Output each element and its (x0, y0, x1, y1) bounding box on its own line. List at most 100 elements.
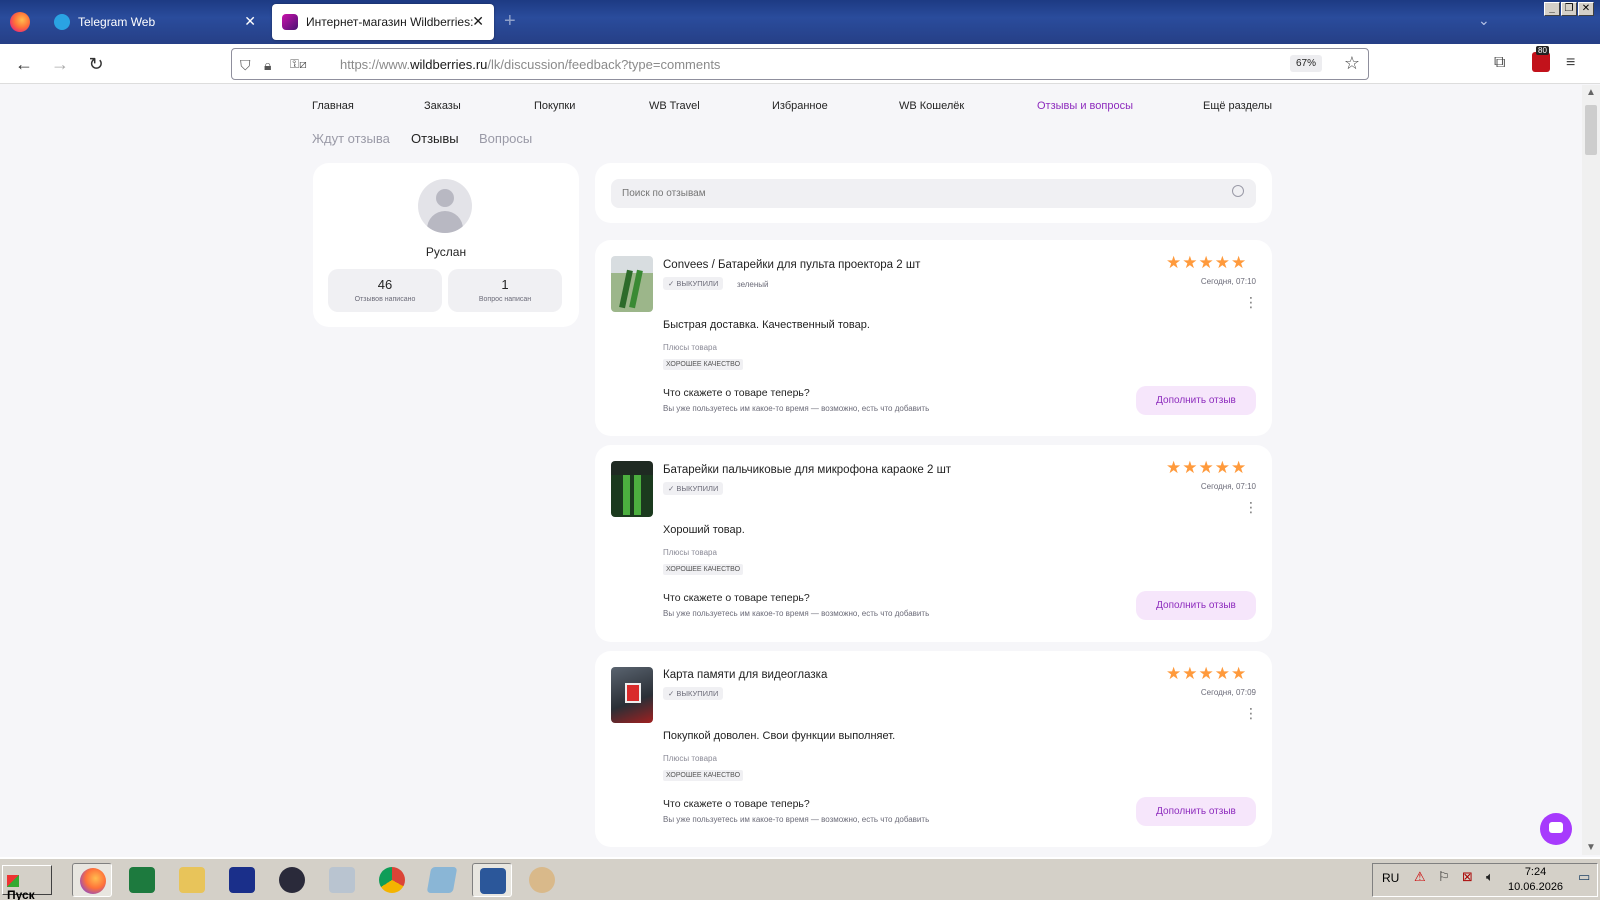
permissions-icon[interactable]: ⚿⧄ (290, 57, 307, 72)
avatar-head (436, 189, 454, 207)
product-image[interactable] (611, 461, 653, 517)
reload-icon[interactable]: ↻ (84, 54, 108, 75)
chrome-icon (379, 867, 405, 893)
volume-icon[interactable]: 🔈︎ (1486, 869, 1494, 885)
restore-icon[interactable]: ❐ (1561, 2, 1577, 16)
close-tab-icon[interactable]: ✕ (472, 13, 484, 30)
nav-favorites[interactable]: Избранное (772, 100, 828, 112)
pros-tag: ХОРОШЕЕ КАЧЕСТВО (663, 359, 744, 370)
taskbar-lock[interactable] (272, 863, 312, 897)
taskbar-explorer[interactable] (172, 863, 212, 897)
review-text: Быстрая доставка. Качественный товар. (663, 319, 870, 331)
taskbar-paint[interactable] (522, 863, 562, 897)
firefox-icon (80, 868, 106, 894)
wildberries-icon (282, 14, 298, 30)
tab-list-chevron-icon[interactable]: ⌄ (1478, 12, 1490, 29)
clock-date: 10.06.2026 (1508, 881, 1564, 893)
followup-question: Что скажете о товаре теперь? (663, 592, 810, 604)
nav-reviews-questions[interactable]: Отзывы и вопросы (1037, 100, 1133, 112)
paint-icon (529, 867, 555, 893)
bookmark-star-icon[interactable]: ☆ (1344, 53, 1360, 74)
nav-orders[interactable]: Заказы (424, 100, 461, 112)
taskbar-excel[interactable] (122, 863, 162, 897)
search-icon[interactable] (1232, 185, 1244, 197)
more-options-icon[interactable]: ⋮ (1244, 294, 1258, 311)
nav-more-sections[interactable]: Ещё разделы (1203, 100, 1272, 112)
close-tab-icon[interactable]: ✕ (244, 13, 256, 30)
window-controls: _ ❐ ✕ (1544, 2, 1594, 16)
stat-value: 1 (501, 277, 509, 292)
shield-icon[interactable]: ⛉ (240, 57, 251, 74)
taskbar-save[interactable] (222, 863, 262, 897)
nav-home[interactable]: Главная (312, 100, 354, 112)
warning-icon[interactable]: ⚠ (1414, 869, 1426, 885)
ublock-extension-icon[interactable]: 80 (1532, 46, 1550, 72)
zoom-level[interactable]: 67% (1289, 55, 1322, 72)
taskbar-word[interactable] (472, 863, 512, 897)
scroll-up-icon[interactable]: ▲ (1586, 87, 1596, 98)
taskbar-calculator[interactable] (322, 863, 362, 897)
hamburger-menu-icon[interactable]: ≡ (1566, 54, 1575, 72)
pros-label: Плюсы товара (663, 343, 717, 352)
nav-wb-wallet[interactable]: WB Кошелёк (899, 100, 964, 112)
followup-hint: Вы уже пользуетесь им какое-то время — в… (663, 609, 930, 618)
network-icon[interactable]: ⊠ (1462, 869, 1473, 885)
more-options-icon[interactable]: ⋮ (1244, 499, 1258, 516)
lock-icon[interactable]: 🔒︎ (264, 57, 271, 74)
product-image[interactable] (611, 256, 653, 312)
scrollbar-thumb[interactable] (1585, 105, 1597, 155)
product-image[interactable] (611, 667, 653, 723)
notepad-icon (426, 867, 458, 893)
product-title[interactable]: Convees / Батарейки для пульта проектора… (663, 259, 920, 271)
language-indicator[interactable]: RU (1382, 871, 1399, 885)
forward-icon[interactable]: → (48, 54, 72, 75)
chat-support-button[interactable] (1540, 813, 1572, 845)
stat-reviews-written[interactable]: 46 Отзывов написано (328, 269, 442, 312)
excel-icon (129, 867, 155, 893)
back-icon[interactable]: ← (12, 54, 36, 75)
desktop-icon[interactable]: ▭ (1578, 869, 1590, 885)
review-date: Сегодня, 07:09 (1200, 688, 1256, 697)
stat-questions-written[interactable]: 1 Вопрос написан (448, 269, 562, 312)
more-options-icon[interactable]: ⋮ (1244, 705, 1258, 722)
add-to-review-button[interactable]: Дополнить отзыв (1136, 591, 1256, 620)
minimize-icon[interactable]: _ (1544, 2, 1560, 16)
extensions-puzzle-icon[interactable]: ⧉ (1494, 54, 1505, 72)
pros-label: Плюсы товара (663, 548, 717, 557)
clock[interactable]: 7:24 10.06.2026 (1508, 865, 1563, 895)
url-text[interactable]: https://www.wildberries.ru/lk/discussion… (340, 57, 720, 72)
product-title[interactable]: Карта памяти для видеоглазка (663, 669, 827, 681)
flag-icon[interactable]: ⚐ (1438, 869, 1450, 885)
start-button[interactable]: Пуск (2, 865, 52, 900)
nav-wb-travel[interactable]: WB Travel (649, 100, 700, 112)
subtab-questions[interactable]: Вопросы (479, 131, 532, 146)
page-scrollbar[interactable]: ▲ ▼ (1582, 85, 1600, 855)
subtab-awaiting-review[interactable]: Ждут отзыва (312, 131, 390, 146)
followup-question: Что скажете о товаре теперь? (663, 798, 810, 810)
search-input[interactable] (611, 179, 1256, 208)
tab-title: Интернет-магазин Wildberries: ш (306, 15, 474, 29)
pros-label: Плюсы товара (663, 754, 717, 763)
tab-wildberries[interactable]: Интернет-магазин Wildberries: ш ✕ (272, 4, 494, 40)
product-title[interactable]: Батарейки пальчиковые для микрофона кара… (663, 464, 951, 476)
taskbar-notepad[interactable] (422, 863, 462, 897)
url-bar[interactable]: ⛉ 🔒︎ ⚿⧄ https://www.wildberries.ru/lk/di… (231, 48, 1369, 80)
subtab-reviews[interactable]: Отзывы (411, 131, 459, 146)
extension-badge: 80 (1536, 46, 1549, 55)
rating-stars: ★★★★★ (1166, 664, 1248, 683)
nav-purchases[interactable]: Покупки (534, 100, 575, 112)
rating-stars: ★★★★★ (1166, 458, 1248, 477)
scroll-down-icon[interactable]: ▼ (1586, 842, 1596, 853)
close-window-icon[interactable]: ✕ (1578, 2, 1594, 16)
tab-telegram[interactable]: Telegram Web ✕ (44, 4, 266, 40)
taskbar-chrome[interactable] (372, 863, 412, 897)
taskbar-firefox[interactable] (72, 863, 112, 897)
telegram-icon (54, 14, 70, 30)
firefox-logo-icon (10, 12, 30, 32)
followup-hint: Вы уже пользуетесь им какое-то время — в… (663, 815, 930, 824)
new-tab-icon[interactable]: + (504, 10, 516, 33)
add-to-review-button[interactable]: Дополнить отзыв (1136, 386, 1256, 415)
add-to-review-button[interactable]: Дополнить отзыв (1136, 797, 1256, 826)
purchased-badge: ✓ ВЫКУПИЛИ (663, 482, 724, 495)
followup-question: Что скажете о товаре теперь? (663, 387, 810, 399)
